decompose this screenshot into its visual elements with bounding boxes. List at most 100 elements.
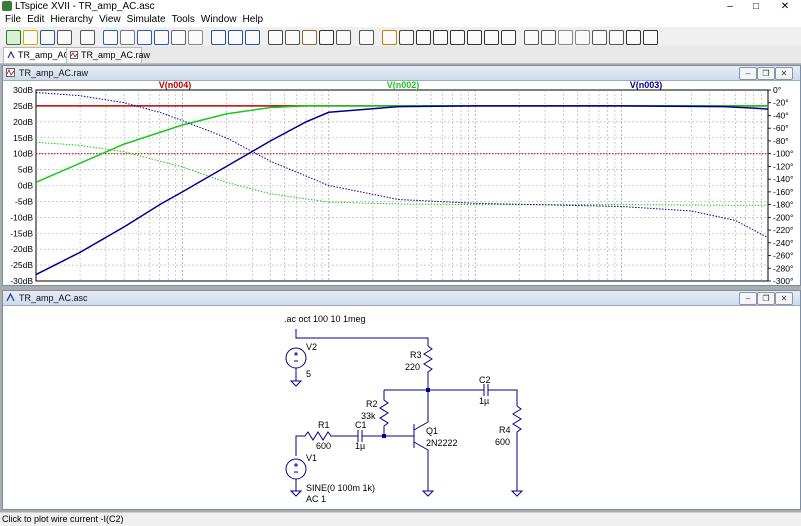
zoom-full-icon[interactable]: [154, 30, 169, 45]
drag-icon[interactable]: [541, 30, 556, 45]
pencil-icon[interactable]: [382, 30, 397, 45]
resistor-icon[interactable]: [433, 30, 448, 45]
trace-label-vn003[interactable]: V(n003): [630, 81, 663, 90]
y-tick-label: 25dB: [13, 101, 33, 111]
rotate-icon[interactable]: [592, 30, 607, 45]
zoom-out-icon[interactable]: [137, 30, 152, 45]
inductor-icon[interactable]: [467, 30, 482, 45]
cut-scissors-icon[interactable]: [80, 30, 95, 45]
hammer-icon[interactable]: [57, 30, 72, 45]
redo-icon[interactable]: [575, 30, 590, 45]
close-button[interactable]: ✕: [773, 0, 797, 13]
spice-directive-icon[interactable]: [643, 30, 658, 45]
y2-tick-label: -80°: [773, 136, 789, 146]
waveform-tab-icon: [70, 51, 78, 59]
open-icon[interactable]: [23, 30, 38, 45]
node-base-dot: [382, 434, 386, 438]
maximize-button[interactable]: □: [744, 0, 768, 13]
y-tick-label: 0dB: [18, 181, 33, 191]
minimize-button[interactable]: –: [718, 0, 742, 13]
wire-collector-c2[interactable]: [428, 389, 518, 406]
cut-icon[interactable]: [268, 30, 283, 45]
y2-tick-label: -60°: [773, 123, 789, 133]
menu-view[interactable]: View: [96, 13, 124, 27]
find-icon[interactable]: [319, 30, 334, 45]
menu-tools[interactable]: Tools: [169, 13, 198, 27]
y-tick-label: 30dB: [13, 85, 33, 95]
trace-label-vn004[interactable]: V(n004): [159, 81, 192, 90]
diode-icon[interactable]: [484, 30, 499, 45]
print-setup-icon[interactable]: [336, 30, 351, 45]
y-tick-label: 5dB: [18, 165, 33, 175]
status-bar: Click to plot wire current -I(C2): [0, 512, 801, 526]
y2-tick-label: -20°: [773, 98, 789, 108]
waveform-window: TR_amp_AC.raw – ❐ ✕ 30dB 25dB 20dB 15dB 10dB…: [2, 65, 801, 286]
component-icon[interactable]: [501, 30, 516, 45]
run-icon[interactable]: [6, 30, 21, 45]
menu-window[interactable]: Window: [198, 13, 240, 27]
grid-icon[interactable]: [188, 30, 203, 45]
v2-source-symbol[interactable]: [285, 347, 307, 369]
v1-source-symbol[interactable]: [285, 458, 307, 480]
v2-name: V2: [306, 342, 317, 352]
tile-h-icon[interactable]: [211, 30, 226, 45]
waveform-restore-button[interactable]: ❐: [757, 67, 775, 80]
trace-label-vn002[interactable]: V(n002): [387, 81, 420, 90]
q1-value: 2N2222: [426, 438, 458, 448]
autorange-icon[interactable]: [171, 30, 186, 45]
q1-symbol[interactable]: [384, 390, 429, 491]
x-tick-label: 1KHz: [318, 283, 339, 285]
schematic-canvas[interactable]: .ac oct 100 10 1meg V2 5 R3 220 C2 1µ R2…: [3, 306, 800, 509]
r4-symbol[interactable]: [512, 405, 522, 491]
x-tick-label: 100KHz: [606, 283, 636, 285]
mirror-icon[interactable]: [609, 30, 624, 45]
waveform-minimize-button[interactable]: –: [739, 67, 757, 80]
undo-icon[interactable]: [558, 30, 573, 45]
ac-directive[interactable]: .ac oct 100 10 1meg: [284, 314, 366, 324]
r4-name: R4: [499, 425, 511, 435]
schematic-close-button[interactable]: ✕: [775, 292, 793, 305]
y2-tick-label: -100°: [773, 149, 793, 159]
tab-waveform[interactable]: TR_amp_AC.raw: [66, 47, 150, 63]
schematic-minimize-button[interactable]: –: [739, 292, 757, 305]
tile-v-icon[interactable]: [228, 30, 243, 45]
r1-value: 600: [316, 441, 331, 451]
schematic-restore-button[interactable]: ❐: [757, 292, 775, 305]
menu-edit[interactable]: Edit: [24, 13, 47, 27]
x-tick-label: 100Hz: [170, 283, 195, 285]
pan-icon[interactable]: [120, 30, 135, 45]
bode-plot[interactable]: 30dB 25dB 20dB 15dB 10dB 5dB 0dB -5dB -10dB -15dB…: [3, 81, 800, 285]
save-icon[interactable]: [40, 30, 55, 45]
c2-value: 1µ: [479, 396, 489, 406]
menu-simulate[interactable]: Simulate: [124, 13, 169, 27]
y2-tick-label: -220°: [773, 225, 793, 235]
y2-tick-label: -140°: [773, 174, 793, 184]
zoom-in-icon[interactable]: [103, 30, 118, 45]
move-icon[interactable]: [524, 30, 539, 45]
y2-tick-label: 0°: [773, 85, 781, 95]
label-icon[interactable]: [416, 30, 431, 45]
waveform-window-title: TR_amp_AC.raw: [19, 68, 89, 78]
copy-icon[interactable]: [285, 30, 300, 45]
waveform-window-titlebar: TR_amp_AC.raw – ❐ ✕: [3, 66, 800, 81]
schematic-tab-icon: [7, 51, 15, 59]
text-icon[interactable]: [626, 30, 641, 45]
paste-icon[interactable]: [302, 30, 317, 45]
capacitor-icon[interactable]: [450, 30, 465, 45]
c2-symbol[interactable]: [483, 384, 489, 396]
ground-icon[interactable]: [399, 30, 414, 45]
status-text: Click to plot wire current -I(C2): [2, 514, 124, 524]
y2-tick-label: -40°: [773, 110, 789, 120]
menu-help[interactable]: Help: [240, 13, 267, 27]
y2-tick-label: -120°: [773, 161, 793, 171]
menu-file[interactable]: File: [2, 13, 24, 27]
cascade-icon[interactable]: [245, 30, 260, 45]
node-collector-dot: [426, 388, 430, 392]
waveform-close-button[interactable]: ✕: [775, 67, 793, 80]
ltspice-app-icon: [2, 1, 12, 11]
y-tick-label: -5dB: [15, 196, 33, 206]
r3-name: R3: [410, 350, 422, 360]
menu-hierarchy[interactable]: Hierarchy: [47, 13, 96, 27]
r2-symbol[interactable]: [379, 389, 428, 436]
print-icon[interactable]: [359, 30, 374, 45]
